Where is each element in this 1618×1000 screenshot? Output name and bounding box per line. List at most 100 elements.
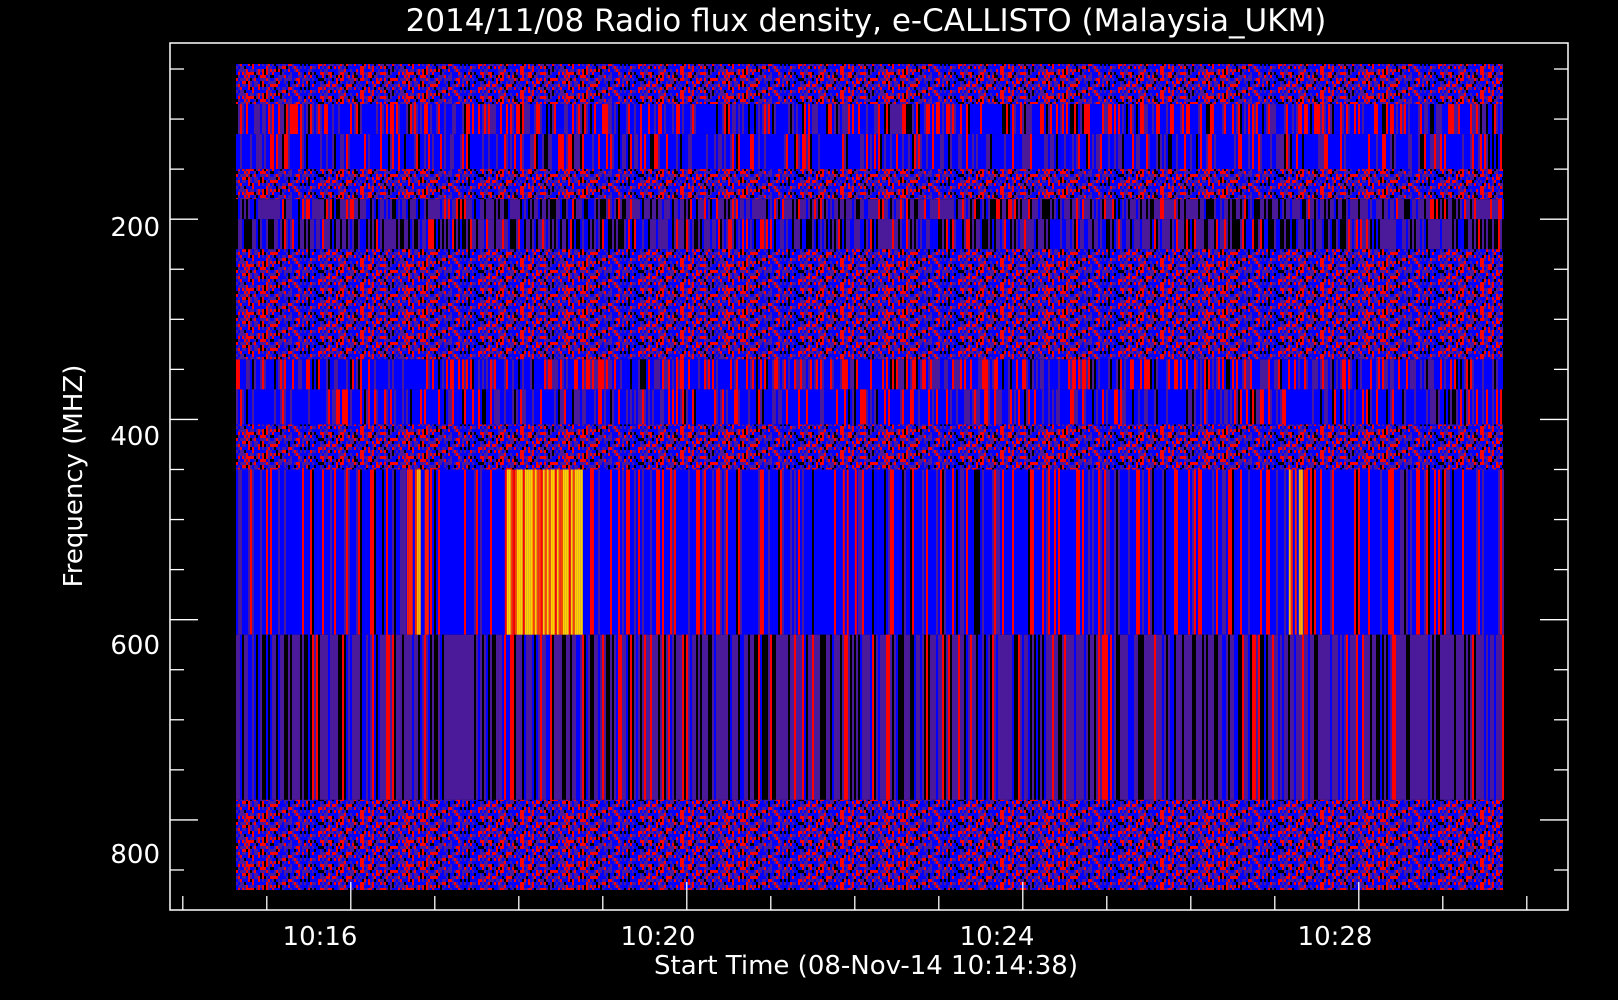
- spectrum-streak: [864, 199, 866, 220]
- spectrum-streak: [1500, 104, 1502, 135]
- spectrum-streak: [386, 219, 388, 250]
- spectrum-streak: [470, 359, 472, 390]
- spectrum-streak: [1362, 219, 1364, 250]
- spectrum-streak: [292, 359, 294, 390]
- spectrum-streak: [1406, 199, 1408, 220]
- spectrum-streak: [952, 469, 954, 635]
- spectrum-streak: [306, 104, 308, 135]
- spectrum-streak: [252, 199, 254, 220]
- spectrum-streak: [1062, 104, 1064, 135]
- spectrum-streak: [1360, 634, 1362, 800]
- spectrum-streak: [976, 469, 978, 635]
- spectrum-streak: [896, 219, 898, 250]
- spectrum-streak: [358, 199, 360, 220]
- spectrum-streak: [606, 134, 608, 170]
- spectrum-streak: [966, 199, 968, 220]
- spectrum-streak: [1380, 219, 1382, 250]
- spectrum-streak: [1348, 104, 1350, 135]
- spectrum-streak: [540, 199, 542, 220]
- spectrum-streak: [550, 634, 552, 800]
- spectrum-streak: [682, 104, 684, 135]
- spectrum-streak: [374, 634, 376, 800]
- spectrum-streak: [1224, 219, 1226, 250]
- spectrum-streak: [1172, 104, 1174, 135]
- spectrum-streak: [648, 219, 650, 250]
- spectrum-streak: [758, 104, 760, 135]
- spectrum-streak: [1186, 389, 1188, 425]
- spectrum-streak: [1102, 104, 1104, 135]
- spectrum-streak: [384, 389, 386, 425]
- spectrum-streak: [972, 219, 974, 250]
- spectrum-streak: [1502, 469, 1504, 635]
- spectrum-streak: [376, 104, 378, 135]
- spectrum-streak: [582, 359, 584, 390]
- spectrum-streak: [1114, 104, 1116, 135]
- spectrum-streak: [910, 469, 912, 635]
- spectrum-streak: [286, 104, 288, 135]
- spectrum-streak: [856, 359, 858, 390]
- spectrum-streak: [1252, 634, 1254, 800]
- spectrum-streak: [1444, 359, 1446, 390]
- spectrum-streak: [842, 104, 844, 135]
- spectrum-streak: [976, 219, 978, 250]
- spectrum-streak: [382, 469, 384, 635]
- spectrum-streak: [728, 634, 730, 800]
- spectrum-streak: [1082, 359, 1084, 390]
- spectrum-streak: [1074, 104, 1076, 135]
- spectrum-streak: [1476, 469, 1478, 635]
- spectrum-streak: [706, 199, 708, 220]
- spectrum-streak: [1176, 359, 1178, 390]
- spectrum-streak: [1282, 134, 1284, 170]
- spectrum-streak: [978, 219, 980, 250]
- spectrum-streak: [710, 199, 712, 220]
- x-axis-label: Start Time (08-Nov-14 10:14:38): [654, 951, 1078, 981]
- spectrum-streak: [1438, 219, 1440, 250]
- spectrum-streak: [398, 134, 400, 170]
- spectrum-streak: [760, 359, 762, 390]
- spectrum-streak: [816, 219, 818, 250]
- spectrum-streak: [1380, 634, 1382, 800]
- spectrum-streak: [910, 389, 912, 425]
- spectrum-streak: [298, 219, 300, 250]
- spectrum-streak: [1456, 104, 1458, 135]
- spectrum-streak: [280, 359, 282, 390]
- spectrum-streak: [1188, 469, 1190, 635]
- spectrum-streak: [352, 219, 354, 250]
- spectrum-streak: [1304, 219, 1306, 250]
- spectrum-streak: [568, 199, 570, 220]
- spectrum-streak: [870, 634, 872, 800]
- spectrum-streak: [1416, 219, 1418, 250]
- spectrum-streak: [1024, 134, 1026, 170]
- spectrum-streak: [1002, 469, 1004, 635]
- spectrum-streak: [1188, 219, 1190, 250]
- spectrum-streak: [1220, 219, 1222, 250]
- spectrum-streak: [494, 199, 496, 220]
- spectrum-streak: [474, 634, 476, 800]
- spectrum-streak: [352, 199, 354, 220]
- spectrum-streak: [574, 134, 576, 170]
- spectrum-streak: [964, 359, 966, 390]
- spectrum-streak: [360, 104, 362, 135]
- spectrum-streak: [496, 389, 498, 425]
- spectrum-streak: [1484, 219, 1486, 250]
- spectrum-streak: [994, 199, 996, 220]
- spectrum-streak: [392, 219, 394, 250]
- spectrum-streak: [798, 134, 800, 170]
- spectrum-streak: [994, 219, 996, 250]
- spectrum-streak: [642, 469, 644, 635]
- spectrum-streak: [1170, 219, 1172, 250]
- spectrum-streak: [1390, 389, 1392, 425]
- spectrum-streak: [774, 104, 776, 135]
- spectrum-streak: [1144, 359, 1146, 390]
- spectrum-streak: [1188, 389, 1190, 425]
- spectrum-streak: [632, 634, 634, 800]
- spectrum-streak: [960, 359, 962, 390]
- spectrum-streak: [1104, 104, 1106, 135]
- spectrum-streak: [1408, 104, 1410, 135]
- spectrum-streak: [794, 469, 796, 635]
- spectrum-streak: [462, 104, 464, 135]
- spectrum-streak: [1324, 219, 1326, 250]
- spectrum-streak: [728, 199, 730, 220]
- spectrum-streak: [358, 469, 360, 635]
- spectrum-streak: [1146, 199, 1148, 220]
